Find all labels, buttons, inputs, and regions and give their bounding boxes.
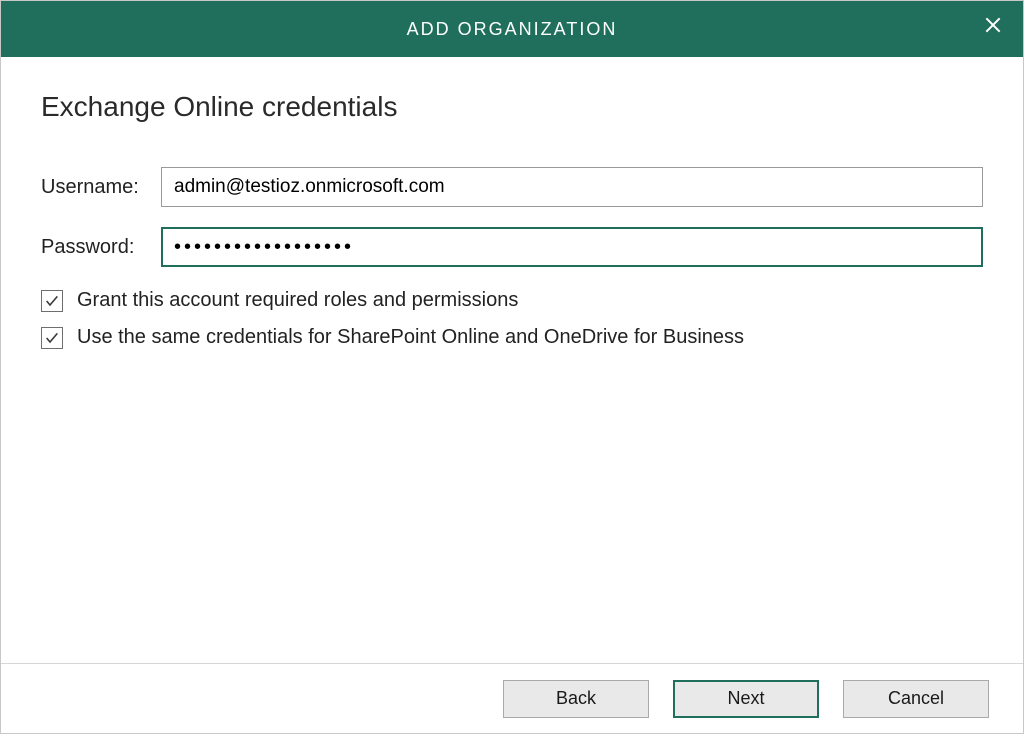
check-icon bbox=[44, 293, 60, 309]
same-creds-label[interactable]: Use the same credentials for SharePoint … bbox=[77, 326, 744, 349]
close-button[interactable] bbox=[977, 9, 1009, 41]
page-title: Exchange Online credentials bbox=[41, 91, 983, 123]
password-row: Password: bbox=[41, 227, 983, 267]
same-creds-row: Use the same credentials for SharePoint … bbox=[41, 326, 983, 349]
cancel-button[interactable]: Cancel bbox=[843, 680, 989, 718]
username-row: Username: bbox=[41, 167, 983, 207]
password-label: Password: bbox=[41, 236, 161, 259]
dialog-window: ADD ORGANIZATION Exchange Online credent… bbox=[0, 0, 1024, 734]
username-label: Username: bbox=[41, 176, 161, 199]
username-input[interactable] bbox=[161, 167, 983, 207]
same-creds-checkbox[interactable] bbox=[41, 327, 63, 349]
dialog-content: Exchange Online credentials Username: Pa… bbox=[1, 57, 1023, 663]
grant-roles-row: Grant this account required roles and pe… bbox=[41, 289, 983, 312]
grant-roles-label[interactable]: Grant this account required roles and pe… bbox=[77, 289, 518, 312]
next-button[interactable]: Next bbox=[673, 680, 819, 718]
titlebar-title: ADD ORGANIZATION bbox=[407, 19, 618, 40]
check-icon bbox=[44, 330, 60, 346]
dialog-footer: Back Next Cancel bbox=[1, 663, 1023, 733]
close-icon bbox=[983, 15, 1003, 35]
back-button[interactable]: Back bbox=[503, 680, 649, 718]
titlebar: ADD ORGANIZATION bbox=[1, 1, 1023, 57]
password-input[interactable] bbox=[161, 227, 983, 267]
grant-roles-checkbox[interactable] bbox=[41, 290, 63, 312]
